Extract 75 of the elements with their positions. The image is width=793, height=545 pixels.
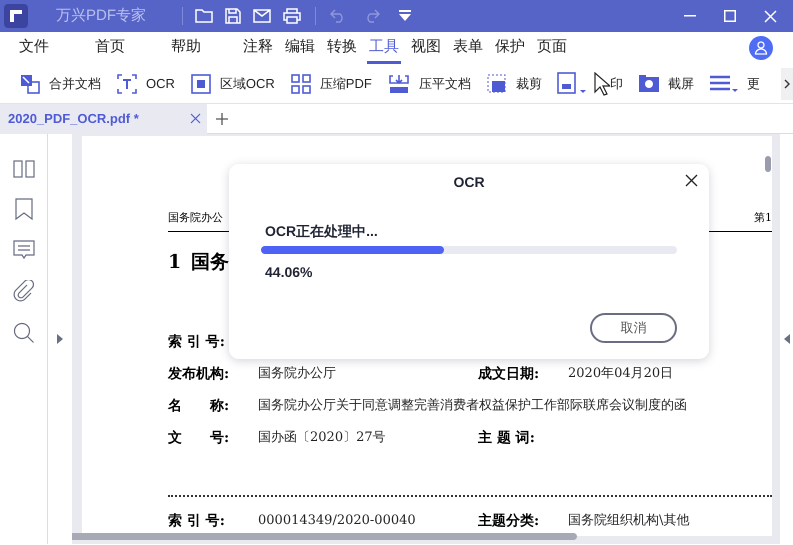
field-value: 000014349/2020-00040 [258, 512, 417, 530]
crop-button[interactable]: 裁剪 [486, 72, 542, 94]
print-icon[interactable] [283, 8, 301, 24]
field-label: 索 引 号: [168, 332, 226, 352]
page-header: 国务院办公 [168, 210, 223, 226]
menu-tab[interactable]: 视图 [409, 34, 443, 64]
print-button[interactable]: 印 [594, 72, 623, 96]
scrollbar-thumb[interactable] [765, 156, 771, 172]
field-value: 国务院办公厅 [258, 365, 337, 384]
field-value: 国办函〔2020〕27号 [258, 429, 387, 448]
dropdown-button[interactable] [556, 72, 587, 96]
window-title: 万兴PDF专家 [56, 6, 146, 26]
crop-icon [486, 72, 508, 94]
flatten-icon [386, 72, 411, 94]
dialog-title: OCR [453, 173, 485, 192]
field-label: 发布机构: [168, 364, 230, 384]
more-button[interactable]: 更 [708, 72, 760, 94]
document-tab[interactable]: 2020_PDF_OCR.pdf * [0, 104, 207, 134]
dropdown-icon[interactable] [398, 9, 412, 23]
app-logo-icon [4, 4, 28, 28]
field-value: 2020年04月20日 [568, 365, 674, 384]
field-label: 索 引 号: [168, 512, 226, 530]
horizontal-scrollbar[interactable] [72, 533, 577, 540]
field-value: 国务院办公厅关于同意调整完善消费者权益保护工作部际联席会议制度的函 [258, 397, 687, 416]
search-icon[interactable] [12, 322, 34, 344]
area-ocr-button[interactable]: 区域OCR [190, 72, 275, 94]
cursor-icon [594, 72, 610, 96]
field-value: 国务院组织机构\其他 [568, 512, 690, 530]
compress-button[interactable]: 压缩PDF [290, 72, 372, 94]
ocr-button[interactable]: OCR [116, 72, 175, 94]
minimize-icon[interactable] [684, 15, 696, 17]
merge-button[interactable]: 合并文档 [19, 72, 101, 94]
thumbnails-icon[interactable] [12, 160, 34, 178]
menu-tab[interactable]: 编辑 [283, 34, 317, 64]
menu-tab[interactable]: 工具 [367, 34, 401, 64]
folder-icon[interactable] [195, 8, 213, 24]
user-avatar-icon[interactable] [749, 36, 773, 60]
add-tab-icon[interactable] [216, 112, 228, 124]
save-icon[interactable] [225, 8, 241, 24]
compress-icon [290, 72, 312, 94]
text-scan-icon [116, 72, 138, 94]
page-box-icon [556, 72, 587, 96]
flatten-button[interactable]: 压平文档 [386, 72, 471, 94]
field-label: 名 称: [168, 396, 230, 416]
menu-tab[interactable]: 注释 [241, 34, 275, 64]
cancel-button[interactable]: 取消 [590, 313, 677, 343]
heading: 国务 [191, 250, 230, 274]
chevron-right-icon [784, 79, 790, 89]
progress-percent: 44.06% [265, 263, 312, 282]
heading-number: 1 [168, 250, 182, 274]
mail-icon[interactable] [253, 9, 271, 23]
maximize-icon[interactable] [724, 10, 736, 22]
paperclip-icon[interactable] [12, 280, 34, 302]
close-icon[interactable] [685, 174, 698, 187]
screenshot-button[interactable]: 截屏 [638, 74, 694, 94]
menu-tab[interactable]: 文件 [17, 34, 51, 64]
expand-arrow-icon[interactable] [57, 334, 63, 344]
field-label: 文 号: [168, 428, 230, 448]
merge-icon [19, 72, 41, 94]
status-message: OCR正在处理中... [265, 222, 378, 241]
bookmark-icon[interactable] [14, 198, 32, 220]
collapse-arrow-icon[interactable] [784, 334, 790, 344]
menu-tab[interactable]: 保护 [493, 34, 527, 64]
menu-tab[interactable]: 转换 [325, 34, 359, 64]
field-label: 成文日期: [478, 364, 540, 384]
menu-tab[interactable]: 帮助 [169, 34, 203, 64]
menu-tab[interactable]: 页面 [535, 34, 569, 64]
comment-icon[interactable] [12, 240, 34, 260]
area-scan-icon [190, 72, 212, 94]
field-label: 主题分类: [478, 512, 540, 530]
page-number: 第1 [754, 210, 772, 226]
field-label: 主 题 词: [478, 428, 536, 448]
menu-tab[interactable]: 首页 [93, 34, 127, 64]
camera-icon [638, 74, 660, 94]
menu-tab[interactable]: 表单 [451, 34, 485, 64]
